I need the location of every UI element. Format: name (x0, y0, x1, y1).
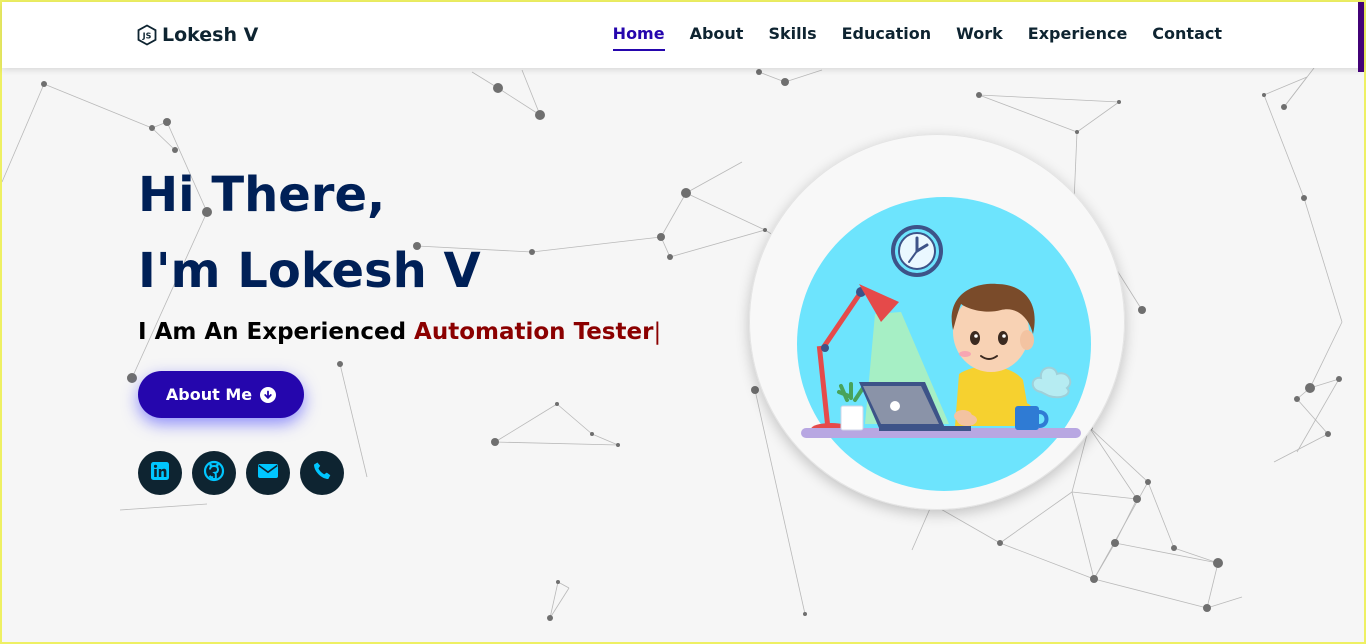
nav-menu: Home About Skills Education Work Experie… (612, 24, 1222, 51)
email-button[interactable] (246, 451, 290, 495)
profile-image-frame (749, 134, 1125, 510)
phone-button[interactable] (300, 451, 344, 495)
nav-link-education[interactable]: Education (842, 24, 932, 49)
tagline-prefix: I Am An Experienced (138, 319, 415, 345)
linkedin-button[interactable] (138, 451, 182, 495)
hero-text: Hi There, I'm Lokesh V I Am An Experienc… (138, 157, 661, 345)
plant-pot-icon (837, 382, 865, 431)
arrow-circle-down-icon (260, 386, 277, 403)
typing-cursor: | (653, 319, 662, 345)
social-links (138, 451, 344, 495)
js-hexagon-icon: JS (136, 24, 158, 46)
nav-link-contact[interactable]: Contact (1152, 24, 1222, 49)
linkedin-icon (150, 461, 170, 485)
typed-role: Automation Tester (414, 319, 654, 345)
nav-link-experience[interactable]: Experience (1028, 24, 1128, 49)
brand-logo-link[interactable]: JS Lokesh V (136, 22, 258, 48)
about-me-button[interactable]: About Me (138, 371, 304, 418)
about-me-label: About Me (165, 385, 253, 404)
clock-icon (891, 225, 943, 277)
brand-name: Lokesh V (162, 24, 259, 46)
scrollbar-thumb[interactable] (1358, 2, 1364, 72)
nav-link-skills[interactable]: Skills (768, 24, 816, 49)
phone-icon (312, 461, 332, 485)
hero-greeting: Hi There, (138, 167, 386, 223)
developer-avatar-illustration (797, 197, 1091, 491)
github-icon (203, 460, 225, 486)
nav-link-home[interactable]: Home (612, 24, 665, 51)
envelope-icon (257, 462, 279, 484)
svg-text:JS: JS (142, 32, 152, 41)
hero-name: I'm Lokesh V (138, 243, 481, 299)
hero-tagline: I Am An Experienced Automation Tester| (138, 319, 661, 345)
nav-link-about[interactable]: About (690, 24, 744, 49)
nav-link-work[interactable]: Work (956, 24, 1003, 49)
navbar: JS Lokesh V Home About Skills Education … (2, 2, 1364, 68)
github-button[interactable] (192, 451, 236, 495)
